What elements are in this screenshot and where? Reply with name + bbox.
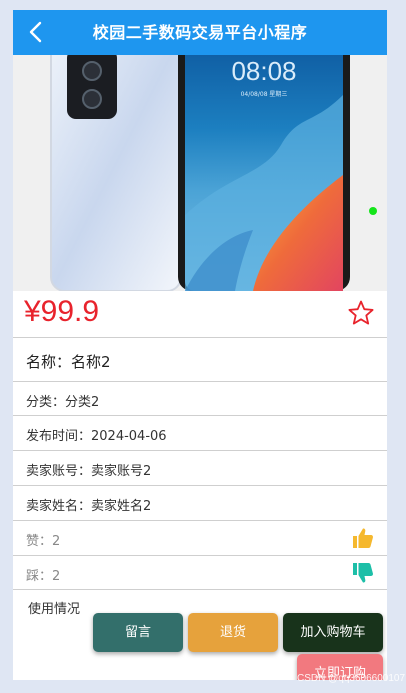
phone-date: 04/08/08 星期三 <box>241 90 288 98</box>
thumbs-down-icon[interactable] <box>351 561 375 585</box>
publish-time-row: 发布时间：2024-04-06 <box>13 415 387 450</box>
return-button[interactable]: 退货 <box>188 613 278 652</box>
star-outline-icon[interactable] <box>347 299 375 327</box>
price-row: ¥99.9 <box>13 291 387 337</box>
category-row: 分类：分类2 <box>13 381 387 415</box>
page-title: 校园二手数码交易平台小程序 <box>92 23 308 42</box>
seller-name: 卖家姓名：卖家姓名2 <box>26 499 152 514</box>
product-name: 名称：名称2 <box>26 353 111 371</box>
seller-name-row: 卖家姓名：卖家姓名2 <box>13 485 387 520</box>
likes-row: 赞：2 <box>13 520 387 555</box>
product-category: 分类：分类2 <box>26 395 100 410</box>
dislikes-row: 踩：2 <box>13 555 387 590</box>
seller-account: 卖家账号：卖家账号2 <box>26 464 152 479</box>
add-to-cart-button[interactable]: 加入购物车 <box>283 613 383 652</box>
carousel-indicator-dot[interactable] <box>369 207 377 215</box>
thumbs-up-icon[interactable] <box>351 526 375 550</box>
seller-account-row: 卖家账号：卖家账号2 <box>13 450 387 485</box>
product-price: ¥99.9 <box>24 295 100 328</box>
product-photo: 08:08 04/08/08 星期三 <box>13 55 387 291</box>
publish-time: 发布时间：2024-04-06 <box>26 429 167 444</box>
product-image-carousel[interactable]: 08:08 04/08/08 星期三 <box>13 55 387 291</box>
dislikes-count: 踩：2 <box>26 569 61 584</box>
navigation-bar: 校园二手数码交易平台小程序 <box>13 10 387 55</box>
csdn-watermark: CSDN @qq3606600107 <box>297 673 406 684</box>
usage-label: 使用情况 <box>28 602 81 617</box>
mini-program-page: 校园二手数码交易平台小程序 08:08 04/08/08 星期三 ¥99.9 名… <box>13 10 387 680</box>
product-name-row: 名称：名称2 <box>13 337 387 381</box>
phone-clock: 08:08 <box>231 56 296 86</box>
message-button[interactable]: 留言 <box>93 613 183 652</box>
likes-count: 赞：2 <box>26 534 61 549</box>
